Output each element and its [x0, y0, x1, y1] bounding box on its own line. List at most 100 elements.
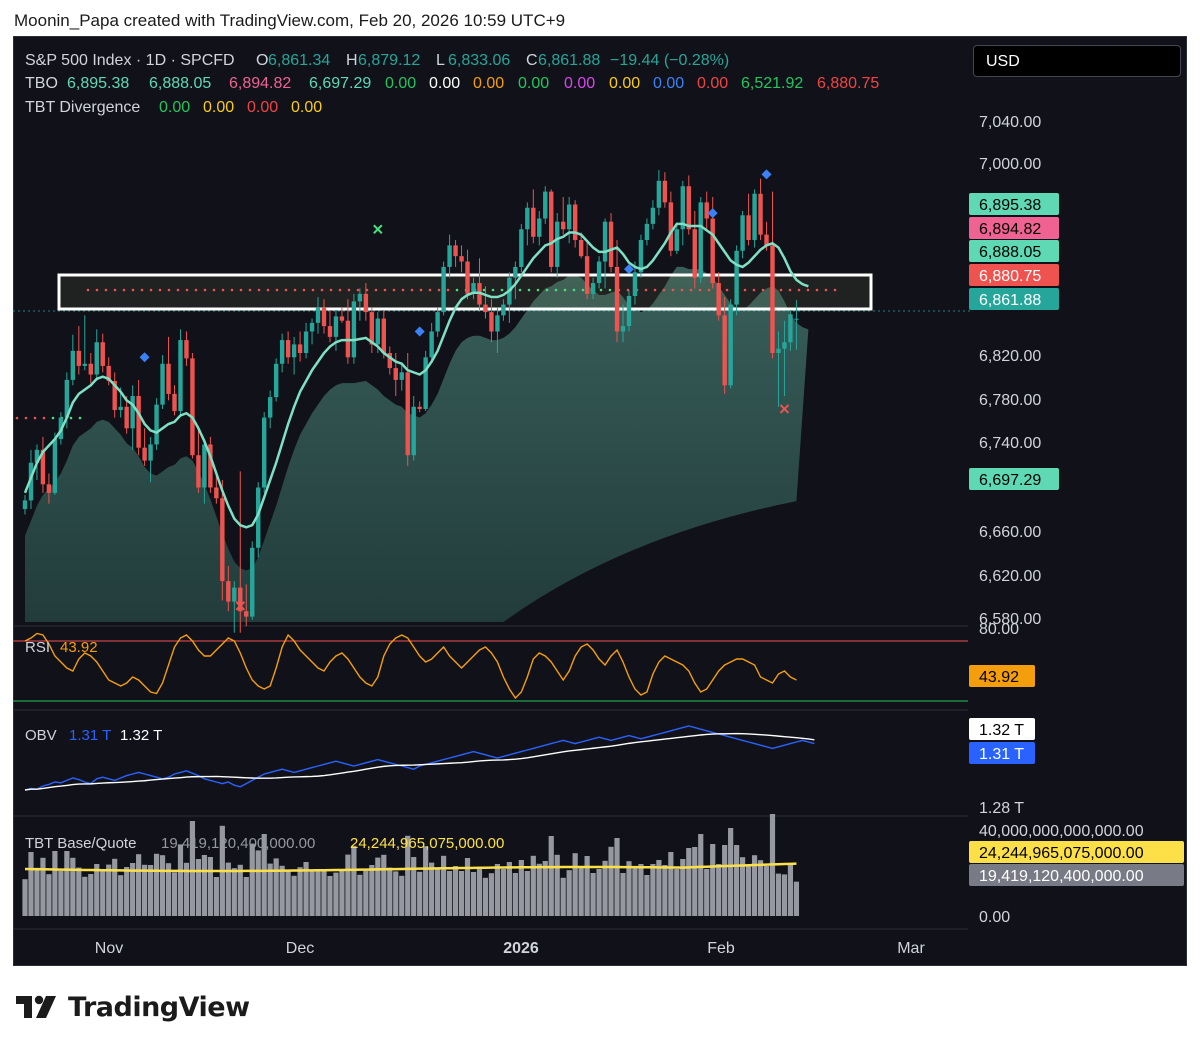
candle-body: [339, 316, 345, 321]
time-tick: Mar: [897, 940, 925, 957]
volume-bar: [441, 855, 447, 916]
volume-bar: [58, 871, 64, 916]
volume-bar: [345, 854, 351, 916]
resistance-dot: [104, 288, 108, 292]
resistance-dot: [518, 288, 522, 292]
volume-bar: [339, 870, 345, 916]
candle-body: [728, 304, 733, 386]
resistance-dot: [491, 288, 495, 292]
chart-canvas[interactable]: RSI 43.92 OBV 1.31 T 1.32 T TBT Base/Quote 1…: [13, 36, 1187, 966]
resistance-dot: [437, 288, 441, 292]
candle-body: [746, 215, 751, 241]
candle-body: [160, 363, 165, 405]
volume-bar: [781, 874, 788, 916]
price-tick: 6,740.00: [979, 435, 1041, 452]
legend-tbo-label: TBO: [25, 75, 58, 92]
legend-tbo-value: 6,880.75: [817, 75, 879, 92]
candle-body: [698, 202, 703, 278]
resistance-dot: [113, 288, 117, 292]
resistance-dot: [743, 288, 747, 292]
currency-selector[interactable]: USD: [973, 45, 1181, 77]
support-dot: [42, 416, 46, 420]
volume-bar: [435, 868, 441, 916]
price-label-text: 6,861.88: [979, 292, 1041, 309]
candle-body: [279, 340, 285, 364]
candle-body: [632, 272, 638, 296]
tradingview-wordmark: TradingView: [68, 991, 250, 1023]
obv-axis-bottom: 1.28 T: [979, 800, 1024, 817]
volume-bar: [566, 870, 572, 916]
resistance-dot: [320, 288, 324, 292]
candle-body: [572, 204, 578, 241]
candle-body: [285, 340, 291, 358]
candle-body: [297, 344, 303, 353]
volume-bar: [692, 847, 698, 916]
resistance-dot: [689, 288, 693, 292]
candle-body: [333, 316, 339, 337]
volume-bar: [201, 855, 207, 916]
volume-bar: [734, 845, 740, 916]
volume-bar: [417, 871, 423, 916]
candle-body: [88, 363, 93, 375]
candle-body: [411, 406, 416, 456]
resistance-dot: [221, 288, 225, 292]
volume-bar: [644, 875, 650, 916]
volume-bar: [602, 860, 608, 916]
candle-body: [566, 204, 572, 230]
candle-body: [291, 344, 297, 358]
resistance-dot: [356, 288, 360, 292]
volume-bar: [632, 866, 638, 916]
volume-bar: [722, 845, 728, 916]
volume-bar: [82, 876, 88, 916]
resistance-dot: [257, 288, 261, 292]
volume-bar: [608, 846, 614, 916]
candle-body: [722, 315, 727, 386]
candle-body: [441, 266, 446, 313]
candle-body: [794, 318, 799, 320]
candle-body: [262, 417, 267, 488]
candle-body: [578, 240, 584, 257]
volume-bar: [548, 836, 554, 916]
volume-bar: [393, 871, 399, 916]
candle-body: [626, 295, 632, 327]
candle-body: [369, 312, 375, 345]
resistance-dot: [95, 288, 99, 292]
candle-body: [656, 180, 662, 208]
resistance-dot: [167, 288, 171, 292]
candle-body: [501, 304, 506, 316]
volume-bar: [590, 873, 596, 916]
candle-body: [752, 193, 757, 241]
candle-body: [172, 393, 177, 412]
resistance-dot: [788, 288, 792, 292]
volume-bar: [452, 866, 459, 916]
price-tick: 7,040.00: [979, 114, 1041, 131]
volume-bar: [291, 875, 297, 916]
resistance-dot: [338, 288, 342, 292]
candle-body: [357, 293, 363, 302]
candle-body: [250, 547, 255, 617]
volume-bar: [698, 834, 704, 916]
tradingview-logo[interactable]: TradingView: [16, 990, 250, 1024]
resistance-dot: [158, 288, 162, 292]
candle-body: [489, 312, 494, 332]
volume-bar: [775, 873, 782, 916]
diamond-marker: [707, 208, 718, 219]
pane-label-text: 1.32 T: [979, 722, 1024, 739]
volume-bar: [369, 865, 375, 916]
volume-bar: [710, 844, 716, 916]
volume-bar: [704, 869, 710, 916]
rsi-pane: RSI 43.92: [13, 632, 968, 702]
candle-body: [668, 202, 674, 251]
resistance-dot: [608, 288, 612, 292]
volume-bar: [64, 851, 70, 916]
resistance-dot: [824, 288, 828, 292]
candle-body: [776, 348, 781, 353]
time-tick: Dec: [286, 940, 314, 957]
volume-bar: [596, 869, 602, 916]
candle-body: [226, 581, 231, 602]
volume-bar: [411, 857, 417, 916]
candle-body: [686, 186, 691, 230]
pane-label-text: 43.92: [979, 669, 1019, 686]
candle-body: [555, 221, 560, 267]
candle-body: [70, 350, 76, 380]
